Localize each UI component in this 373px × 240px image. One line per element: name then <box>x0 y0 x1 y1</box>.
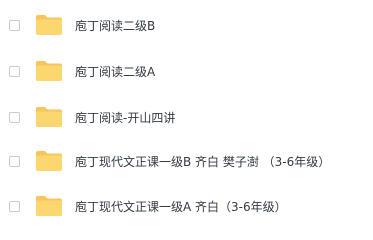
folder-icon <box>35 106 63 128</box>
folder-icon <box>35 195 63 217</box>
select-checkbox[interactable] <box>9 111 20 123</box>
select-checkbox[interactable] <box>9 65 20 77</box>
file-name[interactable]: 庖丁现代文正课一级A 齐白（3-6年级） <box>75 198 287 215</box>
list-item[interactable]: 庖丁阅读二级A <box>0 48 373 94</box>
folder-icon <box>35 150 63 172</box>
select-checkbox[interactable] <box>9 155 20 167</box>
file-name[interactable]: 庖丁现代文正课一级B 齐白 樊子澍 （3-6年级） <box>75 153 330 170</box>
list-item[interactable]: 庖丁阅读-开山四讲 <box>0 94 373 140</box>
list-item[interactable]: 庖丁现代文正课一级A 齐白（3-6年级） <box>0 183 373 229</box>
file-list: 庖丁阅读二级B 庖丁阅读二级A 庖丁阅读-开山四讲 庖丁现代文正课一级B 齐白 … <box>0 0 373 230</box>
folder-icon <box>35 60 63 82</box>
list-item[interactable]: 庖丁阅读二级B <box>0 2 373 48</box>
file-name[interactable]: 庖丁阅读-开山四讲 <box>75 109 175 126</box>
select-checkbox[interactable] <box>9 19 20 31</box>
list-item[interactable]: 庖丁现代文正课一级B 齐白 樊子澍 （3-6年级） <box>0 138 373 184</box>
file-name[interactable]: 庖丁阅读二级B <box>75 17 155 34</box>
select-checkbox[interactable] <box>9 200 20 212</box>
file-name[interactable]: 庖丁阅读二级A <box>75 63 155 80</box>
folder-icon <box>35 14 63 36</box>
